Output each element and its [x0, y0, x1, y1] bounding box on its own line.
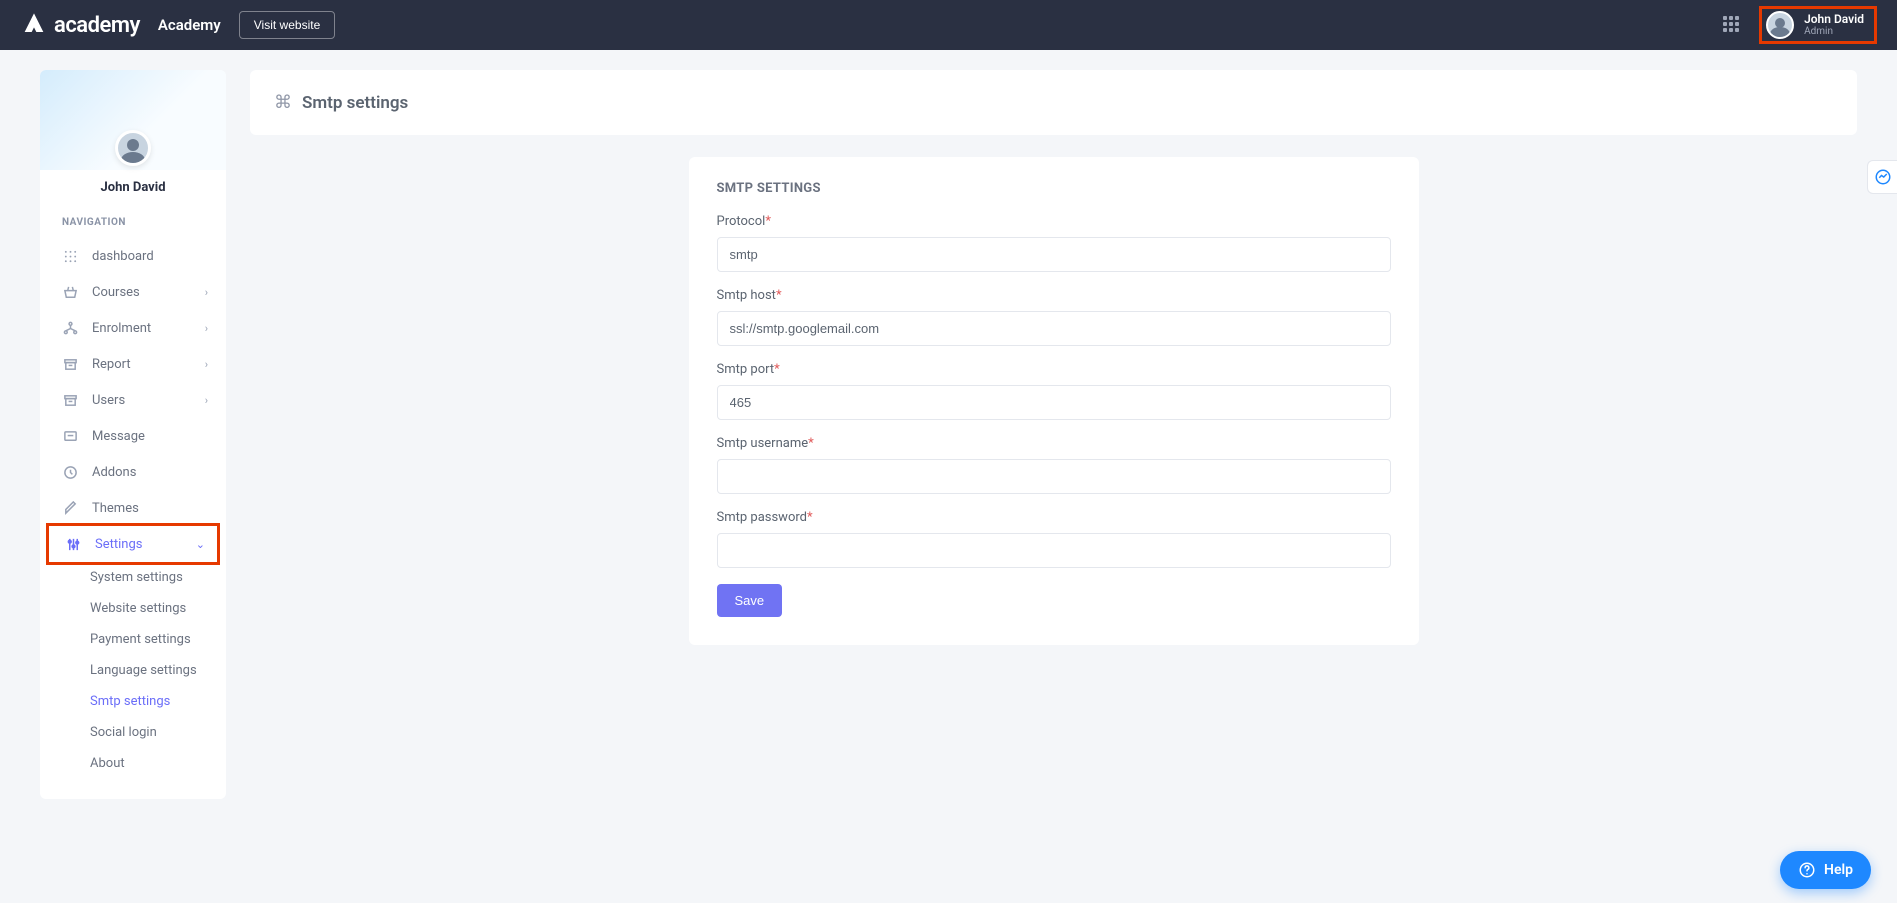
- logo-icon: [20, 11, 48, 39]
- input-port[interactable]: [717, 385, 1391, 420]
- input-password[interactable]: [717, 533, 1391, 568]
- logo[interactable]: academy: [20, 11, 140, 39]
- settings-highlight-annotation: Settings ⌄: [46, 523, 220, 565]
- sidebar-item-users[interactable]: Users ›: [40, 382, 226, 418]
- sidebar: John David NAVIGATION dashboard Courses …: [40, 70, 226, 799]
- archive-icon: [62, 392, 78, 408]
- chevron-right-icon: ›: [205, 358, 208, 371]
- topbar-right: John David Admin: [1723, 6, 1877, 44]
- apps-grid-icon[interactable]: [1723, 16, 1741, 34]
- sidebar-item-dashboard[interactable]: dashboard: [40, 238, 226, 274]
- input-protocol[interactable]: [717, 237, 1391, 272]
- help-button[interactable]: Help: [1780, 851, 1871, 889]
- sidebar-item-enrolment[interactable]: Enrolment ›: [40, 310, 226, 346]
- sidebar-item-label: Users: [92, 393, 125, 408]
- sidebar-sub-social[interactable]: Social login: [40, 717, 226, 748]
- command-icon: ⌘: [274, 92, 292, 113]
- archive-icon: [62, 356, 78, 372]
- sidebar-item-label: Report: [92, 357, 131, 372]
- sidebar-item-label: Settings: [95, 537, 142, 552]
- clock-icon: [62, 464, 78, 480]
- sidebar-sub-system[interactable]: System settings: [40, 562, 226, 593]
- sidebar-sub-website[interactable]: Website settings: [40, 593, 226, 624]
- chevron-right-icon: ›: [205, 394, 208, 407]
- card-title: SMTP SETTINGS: [717, 181, 1391, 196]
- nav-heading: NAVIGATION: [40, 211, 226, 238]
- header-user-name: John David: [1804, 12, 1864, 26]
- header-user-role: Admin: [1804, 26, 1864, 38]
- sidebar-avatar-icon: [115, 130, 151, 166]
- sidebar-sub-smtp[interactable]: Smtp settings: [40, 686, 226, 717]
- topbar: academy Academy Visit website John David…: [0, 0, 1897, 50]
- logo-text: academy: [54, 13, 140, 38]
- message-icon: [62, 428, 78, 444]
- visit-website-button[interactable]: Visit website: [239, 11, 335, 39]
- label-username: Smtp username*: [717, 436, 1391, 451]
- chevron-down-icon: ⌄: [196, 538, 205, 551]
- sidebar-header: [40, 70, 226, 170]
- field-port: Smtp port*: [717, 362, 1391, 420]
- label-host: Smtp host*: [717, 288, 1391, 303]
- field-protocol: Protocol*: [717, 214, 1391, 272]
- input-username[interactable]: [717, 459, 1391, 494]
- user-meta: John David Admin: [1804, 12, 1864, 38]
- label-protocol: Protocol*: [717, 214, 1391, 229]
- sidebar-item-report[interactable]: Report ›: [40, 346, 226, 382]
- brand-name: Academy: [158, 16, 221, 34]
- basket-icon: [62, 284, 78, 300]
- sidebar-item-addons[interactable]: Addons: [40, 454, 226, 490]
- save-button[interactable]: Save: [717, 584, 783, 617]
- sidebar-user-name: John David: [40, 170, 226, 211]
- field-username: Smtp username*: [717, 436, 1391, 494]
- sidebar-sub-language[interactable]: Language settings: [40, 655, 226, 686]
- input-host[interactable]: [717, 311, 1391, 346]
- messenger-icon: [1874, 168, 1892, 186]
- sidebar-item-label: Enrolment: [92, 321, 151, 336]
- sidebar-item-label: Courses: [92, 285, 140, 300]
- user-menu[interactable]: John David Admin: [1759, 6, 1877, 44]
- help-label: Help: [1824, 862, 1853, 878]
- field-host: Smtp host*: [717, 288, 1391, 346]
- label-password: Smtp password*: [717, 510, 1391, 525]
- page-title: Smtp settings: [302, 93, 408, 113]
- brush-icon: [62, 500, 78, 516]
- grid-dots-icon: [62, 248, 78, 264]
- page-header: ⌘ Smtp settings: [250, 70, 1857, 135]
- sidebar-item-themes[interactable]: Themes: [40, 490, 226, 526]
- sidebar-sub-payment[interactable]: Payment settings: [40, 624, 226, 655]
- topbar-left: academy Academy Visit website: [20, 11, 335, 39]
- sidebar-sub-about[interactable]: About: [40, 748, 226, 779]
- chevron-right-icon: ›: [205, 286, 208, 299]
- sidebar-item-label: Message: [92, 429, 145, 444]
- label-port: Smtp port*: [717, 362, 1391, 377]
- sidebar-item-message[interactable]: Message: [40, 418, 226, 454]
- field-password: Smtp password*: [717, 510, 1391, 568]
- help-icon: [1798, 861, 1816, 879]
- smtp-settings-card: SMTP SETTINGS Protocol* Smtp host* Smtp …: [689, 157, 1419, 645]
- chevron-right-icon: ›: [205, 322, 208, 335]
- sidebar-item-label: Themes: [92, 501, 139, 516]
- sidebar-item-label: Addons: [92, 465, 136, 480]
- sidebar-item-settings[interactable]: Settings ⌄: [49, 526, 217, 562]
- sidebar-item-courses[interactable]: Courses ›: [40, 274, 226, 310]
- avatar-icon: [1766, 11, 1794, 39]
- sidebar-item-label: dashboard: [92, 249, 154, 264]
- main-content: ⌘ Smtp settings SMTP SETTINGS Protocol* …: [250, 70, 1857, 645]
- hierarchy-icon: [62, 320, 78, 336]
- sliders-icon: [65, 536, 81, 552]
- chat-tab-button[interactable]: [1867, 160, 1897, 194]
- sidebar-sub-label: Smtp settings: [90, 694, 170, 709]
